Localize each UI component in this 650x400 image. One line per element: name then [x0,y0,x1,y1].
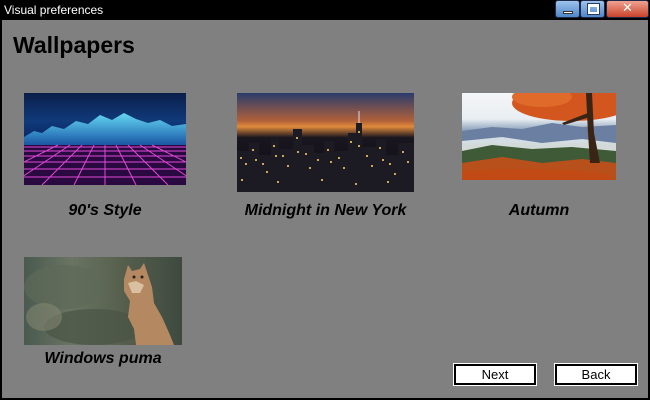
wallpaper-label-autumn[interactable]: Autumn [462,202,616,220]
client-area: Wallpapers 90's Style Midnight in New Yo… [2,20,648,398]
wallpaper-label-90s-style[interactable]: 90's Style [24,202,186,220]
wallpaper-label-midnight-new-york[interactable]: Midnight in New York [224,202,427,220]
autumn-tree-image [462,93,616,180]
minimize-button[interactable] [555,0,580,18]
puma-image [24,263,174,345]
window: Visual preferences ✕ Wallpapers 90's Sty… [0,0,650,400]
wallpaper-thumb-midnight-new-york[interactable] [237,93,414,192]
wallpaper-label-windows-puma[interactable]: Windows puma [24,350,182,368]
title-bar[interactable]: Visual preferences ✕ [0,0,650,20]
close-button[interactable]: ✕ [606,0,649,18]
maximize-button[interactable] [580,0,605,18]
wallpaper-thumb-90s-style[interactable] [24,93,186,185]
next-button[interactable]: Next [453,363,537,386]
city-skyline-image [237,111,414,192]
window-title: Visual preferences [4,3,104,17]
back-button[interactable]: Back [554,363,638,386]
wallpaper-thumb-autumn[interactable] [462,93,616,180]
close-icon: ✕ [622,1,633,16]
minimize-icon [563,11,573,14]
page-title: Wallpapers [13,32,135,58]
maximize-icon [587,3,600,15]
wallpaper-thumb-windows-puma[interactable] [24,257,182,345]
synthwave-grid-image [24,113,186,185]
